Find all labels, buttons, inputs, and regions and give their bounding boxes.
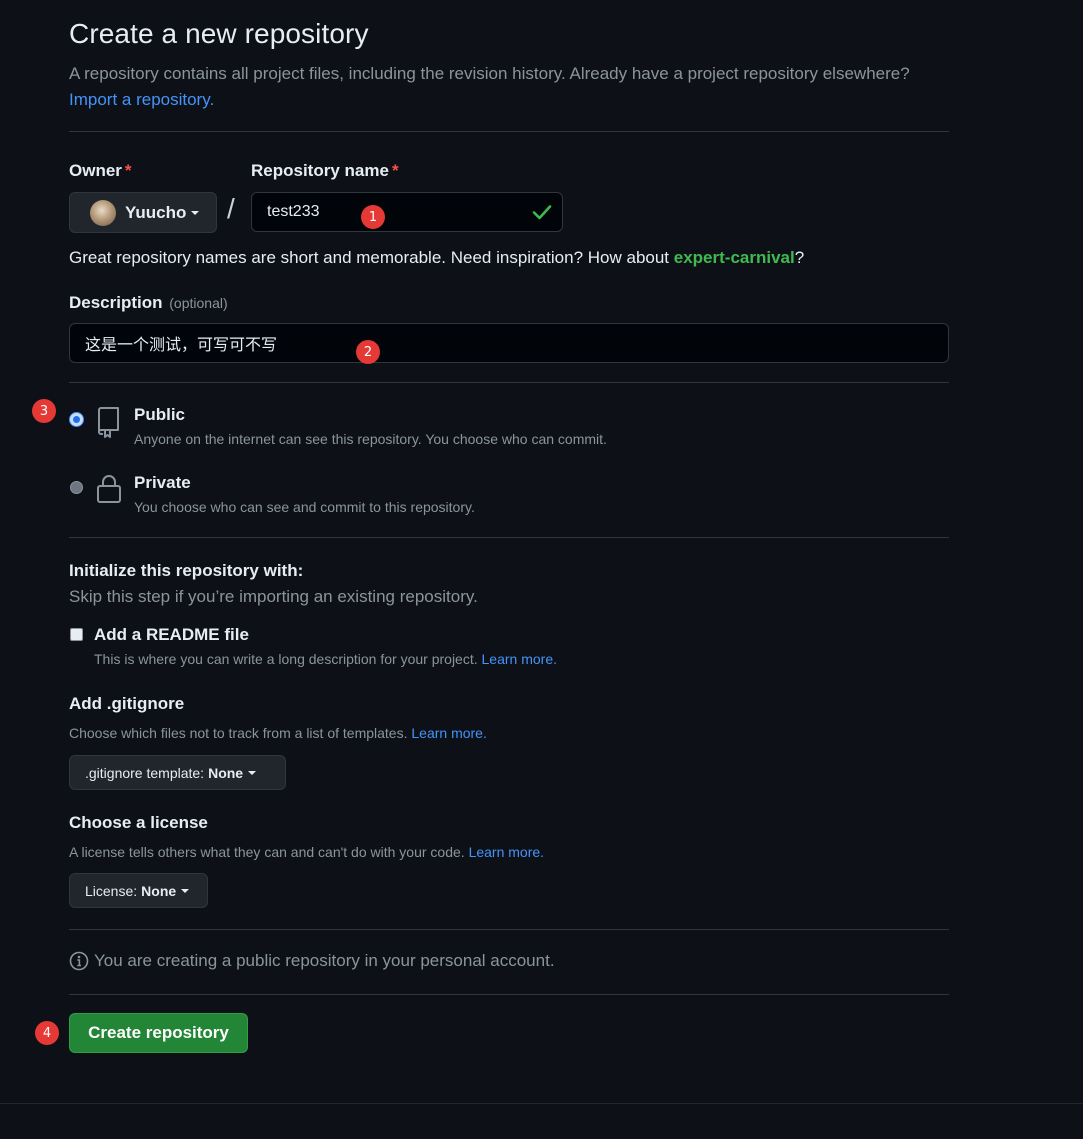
notice-text: You are creating a public repository in …: [94, 951, 555, 970]
license-select-prefix: License:: [85, 882, 138, 899]
visibility-public-title: Public: [134, 405, 186, 424]
license-desc: A license tells others what they can and…: [69, 844, 544, 860]
gitignore-select-prefix: .gitignore template:: [85, 764, 205, 781]
annotation-marker-2: 2: [356, 340, 380, 364]
caret-down-icon: [248, 770, 257, 775]
divider: [69, 994, 949, 995]
create-repository-button[interactable]: Create repository: [69, 1013, 248, 1053]
license-select-value: None: [141, 882, 177, 899]
gitignore-heading: Add .gitignore: [69, 694, 185, 713]
hint-text: Great repository names are short and mem…: [69, 248, 674, 267]
visibility-private-desc: You choose who can see and commit to thi…: [134, 499, 475, 515]
readme-learn-more-link[interactable]: Learn more.: [482, 651, 557, 667]
gitignore-desc-text: Choose which files not to track from a l…: [69, 725, 408, 741]
gitignore-learn-more-link[interactable]: Learn more.: [411, 725, 486, 741]
divider: [69, 131, 949, 132]
license-select[interactable]: License: None: [69, 873, 208, 908]
gitignore-template-select[interactable]: .gitignore template: None: [69, 755, 286, 790]
visibility-private-title: Private: [134, 473, 191, 492]
readme-label: Add a README file: [94, 625, 249, 644]
repo-name-value: test233: [267, 203, 320, 220]
page: Create a new repository A repository con…: [0, 0, 1083, 1139]
readme-desc-text: This is where you can write a long descr…: [94, 651, 478, 667]
info-icon: [69, 951, 89, 971]
description-label: Description (optional): [69, 293, 228, 313]
visibility-public-desc: Anyone on the internet can see this repo…: [134, 431, 607, 447]
visibility-private-radio[interactable]: [70, 481, 83, 494]
init-heading: Initialize this repository with:: [69, 561, 304, 580]
repo-name-label: Repository name *: [251, 161, 399, 181]
annotation-marker-4: 4: [35, 1021, 59, 1045]
required-mark: *: [391, 161, 399, 180]
owner-label-text: Owner: [69, 161, 122, 180]
description-value: 这是一个测试，可写可不写: [85, 337, 278, 354]
divider: [69, 537, 949, 538]
owner-repo-separator: /: [227, 193, 235, 224]
required-mark: *: [124, 161, 132, 180]
visibility-notice: You are creating a public repository in …: [69, 951, 555, 971]
annotation-marker-3: 3: [32, 399, 56, 423]
import-repository-link[interactable]: Import a repository.: [69, 90, 214, 109]
avatar: [90, 199, 116, 226]
visibility-public-radio[interactable]: [70, 413, 83, 426]
divider: [69, 929, 949, 930]
license-heading: Choose a license: [69, 813, 208, 832]
gitignore-select-value: None: [208, 764, 244, 781]
license-desc-text: A license tells others what they can and…: [69, 844, 465, 860]
name-suggestion-link[interactable]: expert-carnival: [674, 248, 795, 267]
readme-checkbox[interactable]: [70, 628, 83, 641]
repo-name-label-text: Repository name: [251, 161, 389, 180]
gitignore-desc: Choose which files not to track from a l…: [69, 725, 487, 741]
page-subtitle: A repository contains all project files,…: [69, 61, 949, 113]
repo-name-input[interactable]: test233: [251, 192, 563, 232]
subtitle-text: A repository contains all project files,…: [69, 64, 910, 83]
footer-divider: [0, 1103, 1083, 1104]
description-label-text: Description: [69, 293, 163, 312]
owner-select[interactable]: Yuucho: [69, 192, 217, 233]
check-icon: [532, 205, 552, 220]
init-subheading: Skip this step if you’re importing an ex…: [69, 587, 478, 606]
repo-name-hint: Great repository names are short and mem…: [69, 248, 804, 268]
annotation-marker-1: 1: [361, 205, 385, 229]
readme-desc: This is where you can write a long descr…: [94, 651, 557, 667]
owner-name: Yuucho: [125, 202, 187, 222]
description-input[interactable]: 这是一个测试，可写可不写: [69, 323, 949, 363]
lock-icon: [97, 475, 121, 503]
page-title: Create a new repository: [69, 18, 369, 49]
repo-icon: [98, 407, 119, 438]
divider: [69, 382, 949, 383]
caret-down-icon: [181, 888, 190, 893]
hint-suffix: ?: [794, 248, 805, 267]
caret-down-icon: [191, 210, 200, 215]
owner-label: Owner *: [69, 161, 132, 181]
optional-hint: (optional): [169, 295, 228, 311]
license-learn-more-link[interactable]: Learn more.: [469, 844, 544, 860]
